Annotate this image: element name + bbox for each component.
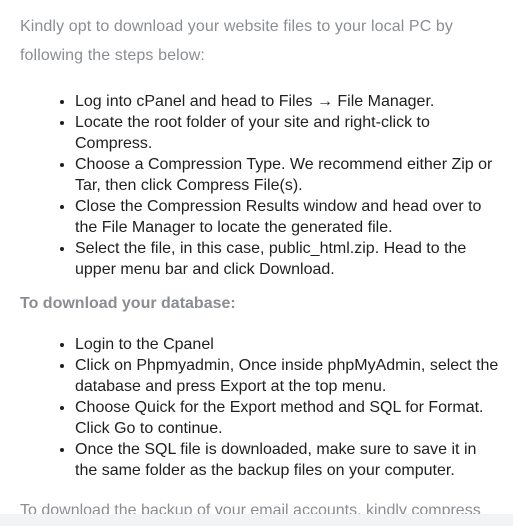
list-item: Close the Compression Results window and… <box>75 196 502 238</box>
list-item: Click on Phpmyadmin, Once inside phpMyAd… <box>75 355 502 397</box>
list-item: Choose Quick for the Export method and S… <box>75 397 502 439</box>
list-item: Login to the Cpanel <box>75 334 502 355</box>
database-steps-list: Login to the Cpanel Click on Phpmyadmin,… <box>20 334 502 481</box>
bottom-fade <box>0 514 513 526</box>
list-item: Log into cPanel and head to Files → File… <box>75 91 502 112</box>
website-steps-list: Log into cPanel and head to Files → File… <box>20 91 502 280</box>
list-item: Select the file, in this case, public_ht… <box>75 238 502 280</box>
database-heading: To download your database: <box>20 295 236 312</box>
list-item: Locate the root folder of your site and … <box>75 112 502 154</box>
intro-paragraph: Kindly opt to download your website file… <box>20 18 453 64</box>
list-item: Once the SQL file is downloaded, make su… <box>75 439 502 481</box>
list-item: Choose a Compression Type. We recommend … <box>75 154 502 196</box>
article-body: Kindly opt to download your website file… <box>20 12 502 481</box>
